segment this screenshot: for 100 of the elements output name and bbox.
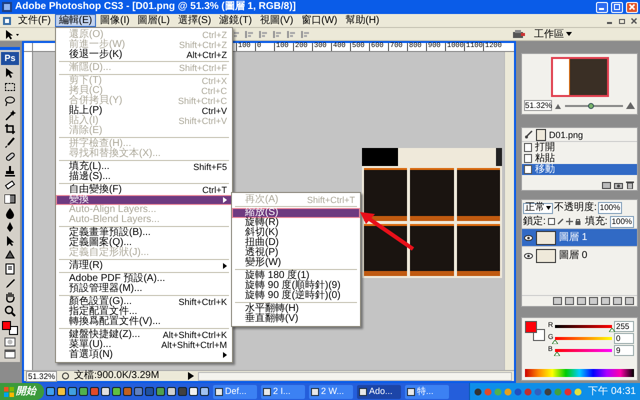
blend-mode-dropdown[interactable]: 正常 [523,202,553,214]
close-icon[interactable] [630,16,638,24]
menu-item[interactable]: 清理(R) [56,261,232,271]
taskbar-button[interactable]: 2 I... [261,384,305,398]
eyedropper-icon[interactable] [4,277,16,289]
trash-icon[interactable] [625,297,634,305]
menu-item[interactable]: 轉換爲配置文件(V)... [56,317,232,327]
menu-item[interactable]: 貼上(P) Ctrl+V [56,106,232,116]
vertical-scrollbar[interactable] [504,52,514,370]
menu-item[interactable]: 顏色設置(G)... Shift+Ctrl+K [56,297,232,307]
quick-mask-icon[interactable] [4,337,16,347]
info-icon[interactable] [61,372,70,380]
menu-bar-item[interactable]: 圖層(L) [134,14,174,27]
dashed-square-icon[interactable] [4,81,16,93]
taskbar-button[interactable]: Ado... [357,384,401,398]
note-icon[interactable] [4,263,16,275]
menu-item[interactable]: 旋轉 90 度(順時針)(9) [232,281,360,291]
menu-item[interactable]: 鍵盤快捷鍵(Z)... Alt+Shift+Ctrl+K [56,330,232,340]
menu-item[interactable]: 填充(L)... Shift+F5 [56,162,232,172]
brush-source-icon[interactable] [524,130,533,139]
layer-row[interactable]: 圖層 1 [522,228,637,246]
menu-item[interactable]: 水平翻轉(H) [232,304,360,314]
channel-value-field[interactable]: 255 [614,320,634,332]
lasso-icon[interactable] [4,95,16,107]
taskbar-button[interactable]: 2 W... [309,384,353,398]
hand-icon[interactable] [4,291,16,303]
history-item[interactable]: 粘貼 [522,153,637,164]
taskbar-button[interactable]: 特... [405,384,449,398]
opacity-field[interactable]: 100% [598,202,622,214]
menu-item[interactable]: 斜切(K) [232,228,360,238]
slider-thumb[interactable] [609,328,615,332]
taskbar-button[interactable]: Def... [213,384,257,398]
workspace-button[interactable]: 工作區 [530,28,576,40]
move-tool-icon[interactable] [4,28,20,40]
minimize-button[interactable] [596,2,608,12]
gradient-icon[interactable] [4,193,16,205]
eraser-icon[interactable] [4,179,16,191]
slider-thumb[interactable] [588,102,594,108]
menu-bar-item[interactable]: 視圖(V) [256,14,298,27]
new-layer-icon[interactable] [613,297,622,305]
menu-bar-item[interactable]: 窗口(W) [297,14,342,27]
eye-icon[interactable] [524,234,533,240]
menu-item[interactable]: 定義畫筆預設(B)... [56,228,232,238]
menu-item[interactable]: 自由變換(F) Ctrl+T [56,185,232,195]
layer-row[interactable]: 圖層 0 [522,246,637,264]
zoom-field[interactable]: 51.32% [524,100,552,111]
link-icon[interactable] [553,297,562,305]
foreground-color-swatch[interactable] [2,321,11,330]
large-mountain-icon[interactable] [626,102,635,109]
lock-brush-icon[interactable] [556,218,564,225]
play-arrow-icon[interactable] [188,372,194,380]
menu-bar-item[interactable]: 選擇(S) [174,14,216,27]
menu-item[interactable]: 菜單(U)... Alt+Shift+Ctrl+M [56,340,232,350]
magnifier-icon[interactable] [4,305,16,317]
menu-item[interactable]: 首選項(N) [56,350,232,360]
slider-thumb[interactable] [552,340,558,344]
menu-item[interactable]: 後退一步(K) Alt+Ctrl+Z [56,50,232,60]
mask-icon[interactable] [577,297,586,305]
menu-item[interactable]: 垂直翻轉(V) [232,314,360,324]
menu-item[interactable]: 旋轉(R) [232,218,360,228]
horizontal-scrollbar[interactable] [198,372,512,380]
camera-icon[interactable] [614,181,623,189]
folder-icon[interactable] [601,297,610,305]
close-button[interactable] [626,2,638,12]
menu-bar-item[interactable]: 幫助(H) [341,14,384,27]
foreground-color-swatch[interactable] [525,321,537,333]
menu-item[interactable]: 定義圖案(Q)... [56,238,232,248]
history-item[interactable]: 打開 [522,142,637,153]
menu-bar-item[interactable]: 濾鏡(T) [215,14,256,27]
background-color-swatch[interactable] [9,326,18,335]
move-arrow-icon[interactable] [4,67,16,79]
fx-icon[interactable] [565,297,574,305]
droplet-icon[interactable] [4,207,16,219]
zoom-field[interactable]: 51.32% [26,370,58,382]
wand-icon[interactable] [4,109,16,121]
screen-mode-icon[interactable] [4,349,16,359]
channel-value-field[interactable]: 0 [614,332,634,344]
menu-item[interactable]: 指定配置文件... [56,307,232,317]
start-button[interactable]: 開始 [0,383,44,400]
snapshot-icon[interactable] [602,181,611,189]
crop-icon[interactable] [4,123,16,135]
color-spectrum-bar[interactable] [525,369,634,377]
menu-item[interactable]: 預設管理器(M)... [56,284,232,294]
restore-button[interactable] [611,2,623,12]
menu-item[interactable]: 扭曲(D) [232,238,360,248]
fill-field[interactable]: 100% [610,216,634,228]
palette-well-icon[interactable] [512,29,526,39]
lock-move-icon[interactable] [566,218,573,225]
menu-bar-item[interactable]: 圖像(I) [96,14,134,27]
history-item[interactable]: 移動 [522,164,637,175]
menu-bar-item[interactable]: 編輯(E) [54,14,96,27]
eye-icon[interactable] [524,252,533,258]
menu-bar-item[interactable]: 文件(F) [14,14,55,27]
pen-icon[interactable] [4,221,16,233]
small-mountain-icon[interactable] [555,102,562,108]
menu-item[interactable]: 旋轉 180 度(1) [232,271,360,281]
cursor-icon[interactable] [4,235,16,247]
menu-item[interactable]: 旋轉 90 度(逆時針)(0) [232,291,360,301]
menu-item[interactable]: 變形(W) [232,258,360,268]
lock-icon[interactable] [574,218,581,225]
